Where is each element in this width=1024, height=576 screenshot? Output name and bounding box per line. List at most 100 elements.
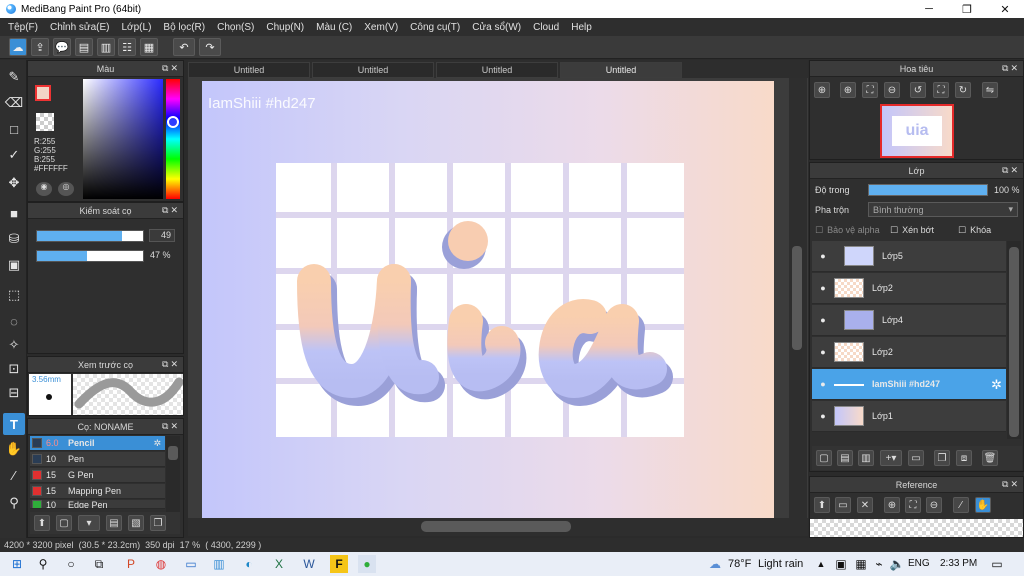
primary-color-swatch[interactable] <box>35 85 51 101</box>
word-icon[interactable]: W <box>300 555 318 573</box>
reference-open-folder-icon[interactable]: ▭ <box>835 497 851 513</box>
blend-mode-select[interactable]: Bình thường ▾ <box>868 202 1018 217</box>
menu-select[interactable]: Chọn(S) <box>211 22 260 33</box>
brush-item-pen[interactable]: 10 Pen <box>30 452 165 467</box>
brush-tool-icon[interactable]: ✎ <box>3 66 25 88</box>
brush-paste-icon[interactable]: ❐ <box>150 515 166 531</box>
palette-icon[interactable]: ◉ <box>36 182 52 196</box>
nav-flip-icon[interactable]: ⇋ <box>982 82 998 98</box>
select-pen-tool-icon[interactable]: ⊡ <box>3 358 25 380</box>
edge-browser-icon[interactable]: ◐ <box>240 555 258 573</box>
gradient-tool-icon[interactable]: ▣ <box>3 254 25 276</box>
layer-opacity-slider[interactable] <box>868 184 988 196</box>
layer-row[interactable]: ● Lớp2 <box>812 273 1006 304</box>
visibility-icon[interactable]: ● <box>812 379 834 389</box>
upload-icon[interactable]: ⇪ <box>31 38 49 56</box>
panel-controls-icon[interactable]: ⧉✕ <box>162 359 180 370</box>
brush-copy-icon[interactable]: ▤ <box>106 515 122 531</box>
pen-curve-tool-icon[interactable]: ✓ <box>3 144 25 166</box>
task-view-icon[interactable]: ⧉ <box>90 555 108 573</box>
brush-item-mapping-pen[interactable]: 15 Mapping Pen <box>30 484 165 499</box>
color-picker-icon[interactable]: ◎ <box>58 182 74 196</box>
layer-settings-gear-icon[interactable]: ✲ <box>991 377 1002 393</box>
layers-scroll-thumb[interactable] <box>1009 247 1019 437</box>
volume-icon[interactable]: 🔈 <box>888 555 906 573</box>
undo-icon[interactable]: ↶ <box>173 38 195 56</box>
layers-scrollbar[interactable] <box>1007 241 1021 439</box>
duplicate-layer-icon[interactable]: ❐ <box>934 450 950 466</box>
message-icon[interactable]: ▤ <box>75 38 93 56</box>
reference-zoom-in-icon[interactable]: ⊕ <box>884 497 900 513</box>
layer-row-selected[interactable]: ● IamShiii #hd247 ✲ <box>812 369 1006 400</box>
layer-row[interactable]: ● Lớp5 <box>812 241 1006 272</box>
menu-window[interactable]: Cửa sổ(W) <box>466 22 527 33</box>
brush-item-edge-pen[interactable]: 10 Edge Pen <box>30 500 165 509</box>
tray-chevron-up-icon[interactable]: ▲ <box>812 555 830 573</box>
grid-icon[interactable]: ▦ <box>140 38 158 56</box>
redo-icon[interactable]: ↷ <box>199 38 221 56</box>
search-icon[interactable]: ⚲ <box>34 555 52 573</box>
add-layer-menu-icon[interactable]: +▾ <box>880 450 902 466</box>
visibility-icon[interactable]: ● <box>812 315 834 325</box>
hue-knob[interactable] <box>167 116 179 128</box>
nav-zoom-in-2-icon[interactable]: ⊕ <box>840 82 856 98</box>
saturation-value-picker[interactable] <box>83 79 163 199</box>
canvas-area[interactable]: IamShiii #hd247 <box>188 78 808 519</box>
brush-settings-gear-icon[interactable]: ✲ <box>153 438 161 449</box>
cloud-icon[interactable]: ☁ <box>9 38 27 56</box>
visibility-icon[interactable]: ● <box>812 283 834 293</box>
eraser-tool-icon[interactable]: ⌫ <box>3 92 25 114</box>
files-icon[interactable]: ▥ <box>210 555 228 573</box>
menu-cloud[interactable]: Cloud <box>527 22 565 33</box>
shape-tool-icon[interactable]: □ <box>3 118 25 140</box>
protect-alpha-checkbox[interactable]: ☐ <box>815 225 823 236</box>
windows-start-icon[interactable]: ⊞ <box>8 555 26 573</box>
layer-row[interactable]: ● Lớp2 <box>812 337 1006 368</box>
nav-actual-size-icon[interactable]: ⛶ <box>933 82 949 98</box>
tab-untitled-2[interactable]: Untitled <box>312 62 434 78</box>
powerpoint-icon[interactable]: P <box>122 555 140 573</box>
reference-eyedropper-icon[interactable]: ⁄ <box>953 497 969 513</box>
document-icon[interactable]: ▥ <box>97 38 115 56</box>
zoom-tool-icon[interactable]: ⚲ <box>3 492 25 514</box>
brush-duplicate-icon[interactable]: ▧ <box>128 515 144 531</box>
horizontal-scroll-thumb[interactable] <box>421 521 571 532</box>
new-8bit-layer-icon[interactable]: ▥ <box>858 450 874 466</box>
brush-size-value[interactable]: 49 <box>149 229 175 242</box>
layer-row[interactable]: ● Lớp1 <box>812 401 1006 432</box>
panel-controls-icon[interactable]: ⧉✕ <box>162 205 180 216</box>
panel-controls-icon[interactable]: ⧉✕ <box>1002 165 1020 176</box>
panel-controls-icon[interactable]: ⧉✕ <box>1002 63 1020 74</box>
network-icon[interactable]: ⌁ <box>870 555 888 573</box>
lock-checkbox[interactable]: ☐ <box>958 225 966 236</box>
visibility-icon[interactable]: ● <box>812 347 834 357</box>
transparent-color-swatch[interactable] <box>36 113 54 131</box>
reference-fit-icon[interactable]: ⛶ <box>905 497 921 513</box>
brush-list-scroll-thumb[interactable] <box>168 446 178 460</box>
new-folder-icon[interactable]: ▭ <box>908 450 924 466</box>
brush-item-g-pen[interactable]: 15 G Pen <box>30 468 165 483</box>
nav-zoom-out-icon[interactable]: ⊖ <box>884 82 900 98</box>
new-layer-icon[interactable]: ▢ <box>816 450 832 466</box>
menu-edit[interactable]: Chỉnh sửa(E) <box>44 22 116 33</box>
fill-rect-tool-icon[interactable]: ■ <box>3 202 25 224</box>
visibility-icon[interactable]: ● <box>812 411 834 421</box>
reference-upload-icon[interactable]: ⬆ <box>814 497 830 513</box>
maximize-button[interactable]: ❐ <box>948 0 986 18</box>
excel-icon[interactable]: X <box>270 555 288 573</box>
bucket-tool-icon[interactable]: ⛁ <box>3 228 25 250</box>
nav-zoom-in-icon[interactable]: ⊕ <box>814 82 830 98</box>
panel-controls-icon[interactable]: ⧉✕ <box>1002 479 1020 490</box>
brush-menu-icon[interactable]: ▾ <box>78 515 100 531</box>
brush-item-pencil[interactable]: 6.0 Pencil ✲ <box>30 436 165 451</box>
artboard[interactable]: IamShiii #hd247 <box>202 81 774 519</box>
canvas-vertical-scrollbar[interactable] <box>789 78 807 518</box>
vertical-scroll-thumb[interactable] <box>792 246 802 350</box>
select-eraser-tool-icon[interactable]: ⊟ <box>3 382 25 404</box>
panel-controls-icon[interactable]: ⧉✕ <box>162 63 180 74</box>
move-tool-icon[interactable]: ✥ <box>3 172 25 194</box>
nav-rotate-right-icon[interactable]: ↻ <box>955 82 971 98</box>
menu-color[interactable]: Màu (C) <box>310 22 358 33</box>
clock-time[interactable]: 2:33 PM <box>940 558 977 569</box>
app-f-icon[interactable]: F <box>330 555 348 573</box>
